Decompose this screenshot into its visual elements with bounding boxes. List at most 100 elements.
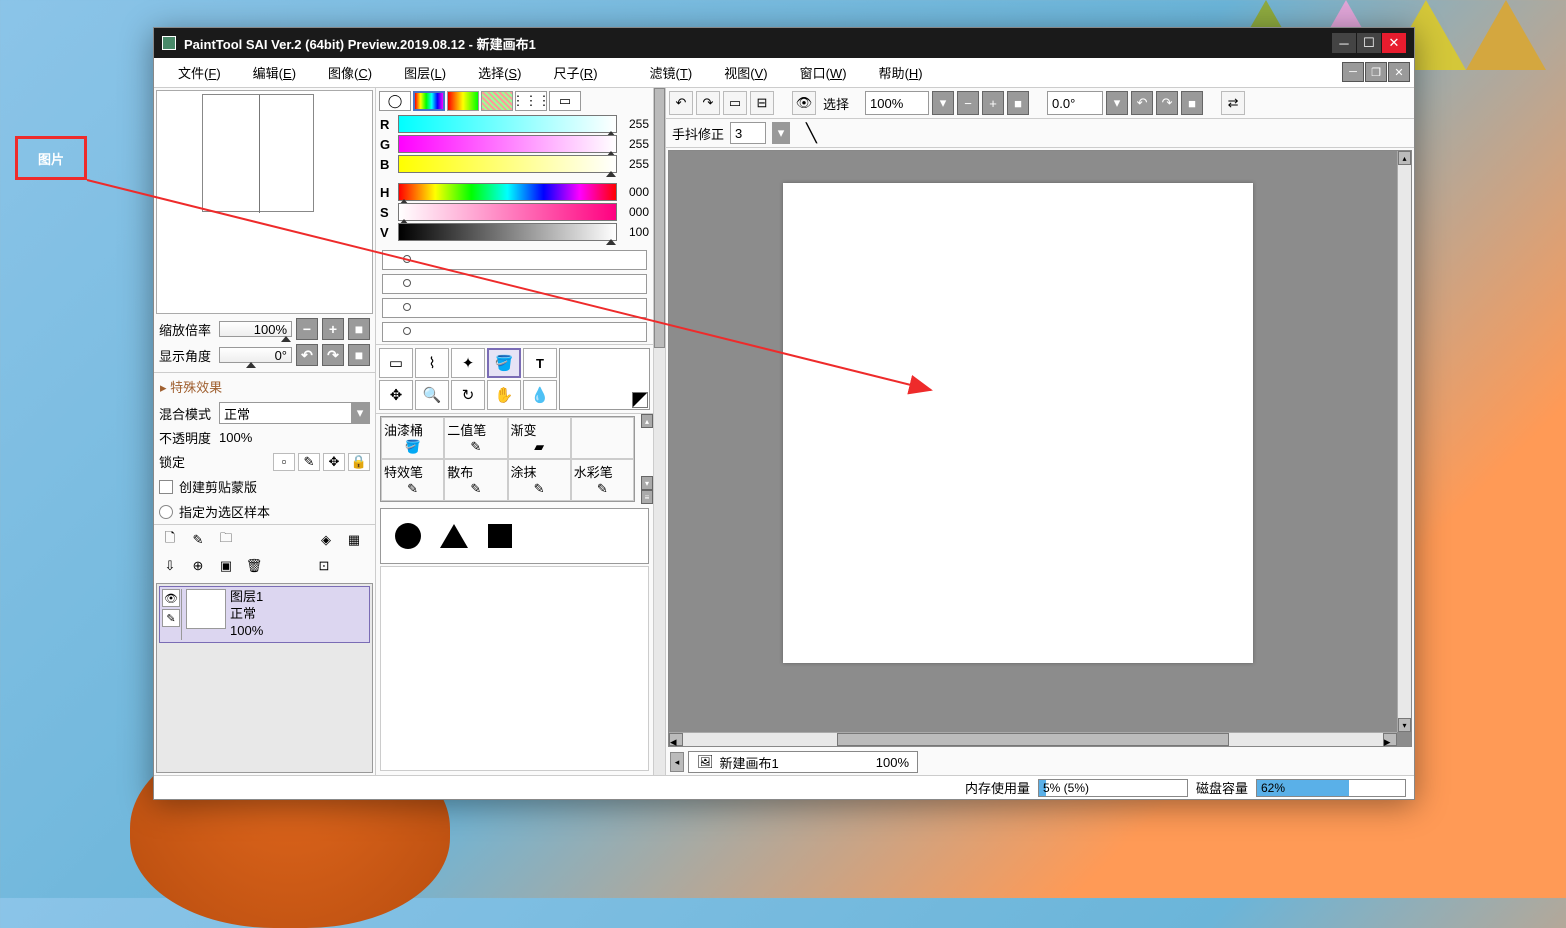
shape-circle[interactable] <box>389 517 427 555</box>
zoom-reset-button[interactable]: ■ <box>348 318 370 340</box>
window-close-button[interactable]: ✕ <box>1382 33 1406 53</box>
brush-binary[interactable]: 二值笔✎ <box>444 417 507 459</box>
stabilizer-dropdown[interactable]: ▾ <box>772 122 790 144</box>
menu-window[interactable]: 窗口(W) <box>784 60 863 85</box>
lock-paint-button[interactable]: ✎ <box>298 453 320 471</box>
brush-effect[interactable]: 特效笔✎ <box>381 459 444 501</box>
invert-button[interactable]: ⊟ <box>750 91 774 115</box>
lock-move-button[interactable]: ✥ <box>323 453 345 471</box>
rotate-tool[interactable]: ↻ <box>451 380 485 410</box>
deselect-button[interactable]: ▭ <box>723 91 747 115</box>
lasso-tool[interactable]: ⌇ <box>415 348 449 378</box>
brush-gradient[interactable]: 渐变▰ <box>508 417 571 459</box>
show-selection-button[interactable]: 👁 <box>792 91 816 115</box>
layer-thumbnail[interactable] <box>186 589 226 629</box>
lock-all-button[interactable]: 🔒 <box>348 453 370 471</box>
zoom-fit-btn[interactable]: ■ <box>1007 91 1029 115</box>
g-slider[interactable] <box>398 135 617 153</box>
canvas[interactable] <box>783 183 1253 663</box>
redo-button[interactable]: ↷ <box>696 91 720 115</box>
opacity-slider[interactable]: 100% <box>219 430 252 445</box>
new-layer-button[interactable]: 🗋 <box>157 528 183 552</box>
navigator-thumbnail[interactable] <box>202 94 314 212</box>
rotate-ccw-button[interactable]: ↶ <box>296 344 318 366</box>
menu-view[interactable]: 视图(V) <box>708 60 783 85</box>
menu-select[interactable]: 选择(S) <box>462 60 537 85</box>
zoom-tool[interactable]: 🔍 <box>415 380 449 410</box>
zoom-dropdown[interactable]: ▾ <box>932 91 954 115</box>
s-slider[interactable] <box>398 203 617 221</box>
doc-minimize-button[interactable]: ─ <box>1342 62 1364 82</box>
zoom-in-button[interactable]: + <box>322 318 344 340</box>
mixer-mode[interactable] <box>481 91 513 111</box>
scratch-bar-1[interactable] <box>382 250 647 270</box>
flip-button[interactable]: ⇄ <box>1221 91 1245 115</box>
angle-reset-btn[interactable]: ■ <box>1181 91 1203 115</box>
angle-input[interactable]: 0.0° <box>1047 91 1103 115</box>
move-tool[interactable]: ✥ <box>379 380 413 410</box>
h-slider[interactable] <box>398 183 617 201</box>
angle-dropdown[interactable]: ▾ <box>1106 91 1128 115</box>
brush-blur[interactable]: 涂抹✎ <box>508 459 571 501</box>
tab-prev-button[interactable]: ◂ <box>670 752 684 772</box>
new-folder-button[interactable]: 🗀 <box>213 528 239 552</box>
delete-layer-button[interactable]: 🗑 <box>241 554 267 578</box>
brush-watercolor[interactable]: 水彩笔✎ <box>571 459 634 501</box>
shape-square[interactable] <box>481 517 519 555</box>
scratch-bar-4[interactable] <box>382 322 647 342</box>
flatten-button[interactable]: ▣ <box>213 554 239 578</box>
doc-restore-button[interactable]: ❐ <box>1365 62 1387 82</box>
angle-reset-button[interactable]: ■ <box>348 344 370 366</box>
window-minimize-button[interactable]: ─ <box>1332 33 1356 53</box>
apply-mask-button[interactable]: ▦ <box>341 528 367 552</box>
hsv-slider-mode[interactable] <box>447 91 479 111</box>
merge-down-button[interactable]: ⊕ <box>185 554 211 578</box>
layer-visibility-toggle[interactable]: 👁 <box>162 589 180 607</box>
rect-select-tool[interactable]: ▭ <box>379 348 413 378</box>
document-tab[interactable]: 🖼 新建画布1 100% <box>688 751 918 773</box>
menu-help[interactable]: 帮助(H) <box>863 60 939 85</box>
menu-file[interactable]: 文件(F) <box>162 60 237 85</box>
panel-scrollbar[interactable] <box>653 88 665 775</box>
new-linework-button[interactable]: ✎ <box>185 528 211 552</box>
layer-item[interactable]: 👁 ✎ 图层1 正常 100% <box>159 586 370 643</box>
eyedropper-tool[interactable]: 💧 <box>523 380 557 410</box>
shape-triangle[interactable] <box>435 517 473 555</box>
scratchpad-mode[interactable]: ▭ <box>549 91 581 111</box>
menu-layer[interactable]: 图层(L) <box>388 60 462 85</box>
layer-list[interactable]: 👁 ✎ 图层1 正常 100% <box>156 583 373 773</box>
mask-button[interactable]: ◈ <box>313 528 339 552</box>
color-wheel-mode[interactable]: ◯ <box>379 91 411 111</box>
transfer-down-button[interactable]: ⇩ <box>157 554 183 578</box>
effects-header[interactable]: 特殊效果 <box>154 373 375 400</box>
titlebar[interactable]: PaintTool SAI Ver.2 (64bit) Preview.2019… <box>154 28 1414 58</box>
horizontal-scrollbar[interactable]: ◂▸ <box>669 732 1397 746</box>
color-swatch[interactable] <box>559 348 650 410</box>
r-slider[interactable] <box>398 115 617 133</box>
v-slider[interactable] <box>398 223 617 241</box>
zoom-input[interactable]: 100% <box>865 91 929 115</box>
zoom-out-button[interactable]: − <box>296 318 318 340</box>
b-slider[interactable] <box>398 155 617 173</box>
vertical-scrollbar[interactable]: ▴ ▾ <box>1397 151 1411 732</box>
rotate-cw-button[interactable]: ↷ <box>322 344 344 366</box>
brush-empty-1[interactable] <box>571 417 634 459</box>
blend-mode-select[interactable]: 正常▾ <box>219 402 370 424</box>
hand-tool[interactable]: ✋ <box>487 380 521 410</box>
menu-ruler[interactable]: 尺子(R) <box>537 60 613 85</box>
zoom-out-btn[interactable]: − <box>957 91 979 115</box>
rotate-ccw-btn[interactable]: ↶ <box>1131 91 1153 115</box>
text-tool[interactable]: T <box>523 348 557 378</box>
window-maximize-button[interactable]: ☐ <box>1357 33 1381 53</box>
rgb-slider-mode[interactable] <box>413 91 445 111</box>
navigator-panel[interactable] <box>156 90 373 314</box>
rotate-cw-btn[interactable]: ↷ <box>1156 91 1178 115</box>
clipping-mask-checkbox[interactable] <box>159 480 173 494</box>
magic-wand-tool[interactable]: ✦ <box>451 348 485 378</box>
brush-scatter[interactable]: 散布✎ <box>444 459 507 501</box>
menu-filter[interactable]: 滤镜(T) <box>634 60 709 85</box>
canvas-viewport[interactable]: ▴ ▾ ◂▸ <box>668 150 1412 747</box>
selection-sample-radio[interactable] <box>159 505 173 519</box>
menu-image[interactable]: 图像(C) <box>312 60 388 85</box>
scratch-bar-3[interactable] <box>382 298 647 318</box>
